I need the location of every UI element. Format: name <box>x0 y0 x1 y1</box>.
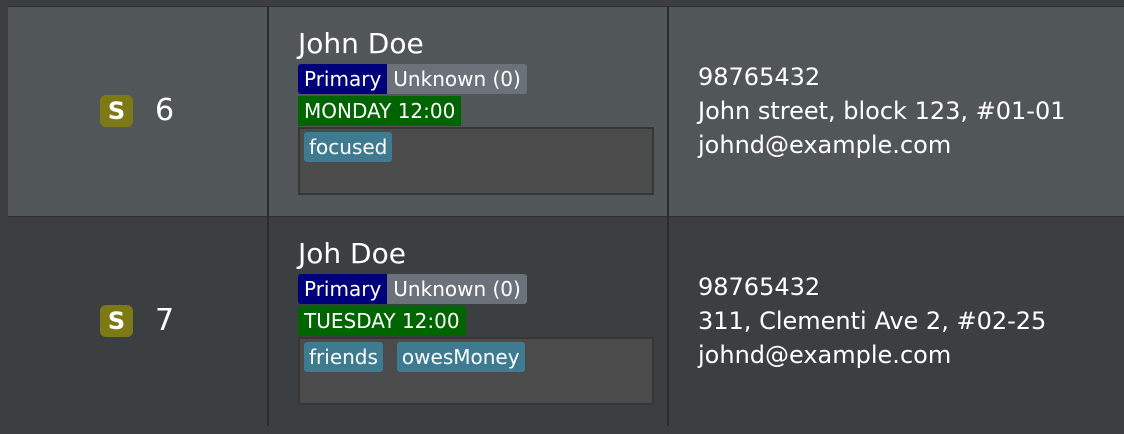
row-divider <box>8 216 1124 217</box>
tag: friends <box>304 342 383 372</box>
person-name: Joh Doe <box>298 237 406 270</box>
tag: owesMoney <box>396 342 525 372</box>
email-text: johnd@example.com <box>698 341 952 369</box>
address-text: 311, Clementi Ave 2, #02-25 <box>698 307 1047 335</box>
appointment-badge: TUESDAY 12:00 <box>298 306 466 336</box>
person-index: 6 <box>155 93 175 128</box>
tag: focused <box>304 132 393 162</box>
role-badge: Primary <box>298 274 388 304</box>
appointment-badge: MONDAY 12:00 <box>298 96 462 126</box>
column-divider <box>667 6 669 216</box>
person-card[interactable]: S 6 John Doe Primary Unknown (0) MONDAY … <box>8 6 1124 216</box>
person-card[interactable]: S 7 Joh Doe Primary Unknown (0) TUESDAY … <box>8 216 1124 426</box>
status-badge: Unknown (0) <box>387 274 527 304</box>
index-cell: S 6 <box>100 94 174 128</box>
contact-info: 98765432 311, Clementi Ave 2, #02-25 joh… <box>698 270 1046 372</box>
status-badge: Unknown (0) <box>387 64 527 94</box>
tag-container: focused <box>298 127 654 195</box>
column-divider <box>667 216 669 426</box>
tag-container: friends owesMoney <box>298 337 654 405</box>
role-status-badges: Primary Unknown (0) <box>298 64 527 94</box>
column-divider <box>267 6 269 216</box>
phone-text: 98765432 <box>698 273 821 301</box>
index-cell: S 7 <box>100 304 174 338</box>
phone-text: 98765432 <box>698 63 821 91</box>
person-name: John Doe <box>298 27 424 60</box>
status-badge-icon: S <box>100 305 133 337</box>
status-badge-icon: S <box>100 95 133 127</box>
column-divider <box>267 216 269 426</box>
address-text: John street, block 123, #01-01 <box>698 97 1066 125</box>
person-index: 7 <box>155 303 175 338</box>
role-badge: Primary <box>298 64 388 94</box>
email-text: johnd@example.com <box>698 131 952 159</box>
role-status-badges: Primary Unknown (0) <box>298 274 527 304</box>
tag-list: friends owesMoney <box>304 342 525 372</box>
person-list: S 6 John Doe Primary Unknown (0) MONDAY … <box>0 0 1124 434</box>
tag-list: focused <box>304 132 393 162</box>
row-divider <box>8 6 1124 7</box>
contact-info: 98765432 John street, block 123, #01-01 … <box>698 60 1066 162</box>
